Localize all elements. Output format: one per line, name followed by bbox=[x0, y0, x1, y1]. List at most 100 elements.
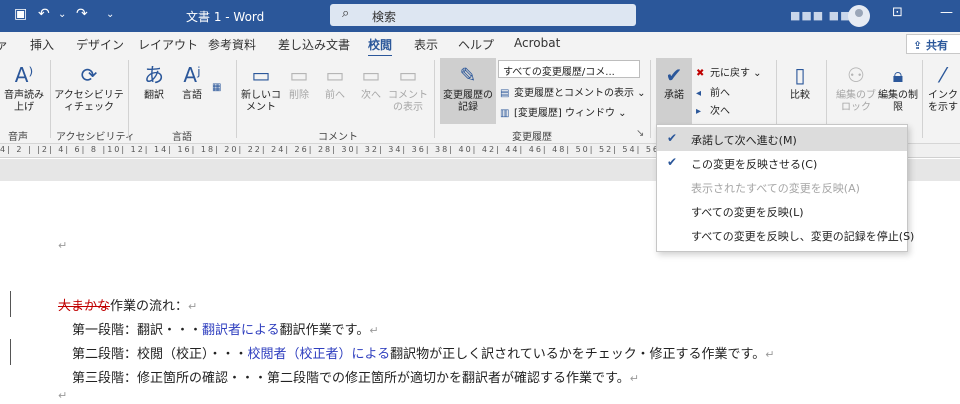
inserted-text: 翻訳者による bbox=[202, 323, 280, 338]
document-line-4[interactable]: 第三段階：修正箇所の確認・・・第二段階での修正箇所が適切かを翻訳者が確認する作業… bbox=[72, 367, 639, 386]
delete-comment-button[interactable]: ▭ 削除 bbox=[282, 62, 316, 102]
ribbon-divider bbox=[434, 60, 435, 138]
undo-dropdown-icon[interactable]: ⌄ bbox=[58, 9, 66, 20]
menu-item-label: 承諾して次へ進む(M) bbox=[691, 134, 797, 147]
reject-label: 元に戻す bbox=[710, 68, 750, 79]
search-icon: ⌕ bbox=[342, 6, 350, 21]
paragraph-mark: ↵ bbox=[58, 239, 68, 252]
translate-button[interactable]: あ 翻訳 bbox=[134, 62, 174, 102]
show-markup-button[interactable]: ▤ 変更履歴とコメントの表示 ⌄ bbox=[500, 84, 646, 99]
new-comment-icon: ▭ bbox=[251, 63, 271, 87]
tab-acrobat[interactable]: Acrobat bbox=[514, 36, 560, 50]
redo-icon[interactable]: ↷ bbox=[76, 6, 88, 22]
tab-view[interactable]: 表示 bbox=[414, 36, 438, 53]
language-icon: Aʲ bbox=[183, 63, 201, 87]
accessibility-check-label: アクセシビリティチェック bbox=[54, 90, 124, 113]
menu-item-accept-all[interactable]: すべての変更を反映(L) bbox=[657, 199, 907, 223]
line-2-text-a: 第一段階：翻訳・・・ bbox=[72, 323, 203, 338]
group-label-language: 言語 bbox=[172, 132, 192, 143]
deleted-text: 大まかな bbox=[58, 299, 111, 314]
ribbon-divider bbox=[650, 60, 651, 138]
menu-item-accept-all-shown[interactable]: 表示されたすべての変更を反映(A) bbox=[657, 175, 907, 199]
read-aloud-button[interactable]: A⁾ 音声読み上げ bbox=[2, 62, 46, 114]
search-placeholder: 検索 bbox=[372, 10, 397, 24]
read-aloud-icon: A⁾ bbox=[14, 63, 34, 87]
autosave-icon[interactable]: ▣ bbox=[14, 6, 27, 22]
tab-mailings[interactable]: 差し込み文書 bbox=[278, 36, 350, 53]
menu-item-accept-all-stop-tracking[interactable]: すべての変更を反映し、変更の記録を停止(S) bbox=[657, 223, 914, 247]
show-markup-icon: ▤ bbox=[500, 88, 510, 99]
markup-dropdown-value: すべての変更履歴/コメ... bbox=[503, 67, 615, 78]
word-count-icon[interactable]: ▦ bbox=[212, 82, 226, 93]
line-2-text-b: 翻訳作業です。 bbox=[279, 323, 370, 338]
track-changes-button[interactable]: ✎ 変更履歴の記録 bbox=[440, 62, 496, 114]
search-box[interactable]: ⌕ 検索 bbox=[330, 4, 636, 26]
tab-insert[interactable]: 挿入 bbox=[30, 36, 54, 53]
tab-home[interactable]: ァ bbox=[0, 36, 8, 53]
new-comment-label: 新しいコメント bbox=[241, 90, 281, 113]
accessibility-check-button[interactable]: ⟳ アクセシビリティチェック bbox=[54, 62, 124, 114]
menu-item-accept-this-change[interactable]: ✔ この変更を反映させる(C) bbox=[657, 151, 907, 175]
new-comment-button[interactable]: ▭ 新しいコメント bbox=[240, 62, 282, 114]
undo-icon[interactable]: ↶ bbox=[38, 6, 50, 22]
document-line-3[interactable]: 第二段階：校閲（校正）・・・校閲者（校正者）による翻訳物が正しく訳されているかを… bbox=[72, 343, 774, 362]
share-label: 共有 bbox=[926, 39, 949, 52]
group-label-comments: コメント bbox=[318, 132, 358, 143]
tab-layout[interactable]: レイアウト bbox=[138, 36, 198, 53]
share-icon: ⇪ bbox=[913, 39, 927, 52]
inserted-text: 校閲者（校正者）による bbox=[247, 347, 391, 362]
line-4-text: 第三段階：修正箇所の確認・・・第二段階での修正箇所が適切かを翻訳者が確認する作業… bbox=[72, 371, 630, 386]
paragraph-mark: ↵ bbox=[58, 389, 68, 402]
hide-ink-button[interactable]: ⁄ インクを示す bbox=[926, 62, 960, 114]
previous-comment-button[interactable]: ▭ 前へ bbox=[318, 62, 352, 102]
reject-button[interactable]: ✖ 元に戻す ⌄ bbox=[696, 64, 762, 79]
customize-qat-icon[interactable]: ⌄ bbox=[106, 9, 114, 20]
tab-references[interactable]: 参考資料 bbox=[208, 36, 256, 53]
delete-comment-label: 削除 bbox=[289, 90, 309, 101]
tab-design[interactable]: デザイン bbox=[76, 36, 124, 53]
show-comments-button[interactable]: ▭ コメントの表示 bbox=[388, 62, 428, 114]
tracking-options-launcher-icon[interactable]: ↘ bbox=[636, 128, 644, 139]
show-comments-icon: ▭ bbox=[398, 63, 418, 87]
restrict-editing-button[interactable]: 🔒︎ 編集の制限 bbox=[878, 62, 918, 114]
previous-change-button[interactable]: ◂ 前へ bbox=[696, 84, 730, 99]
document-title: 文書 1 - Word bbox=[186, 10, 265, 24]
next-comment-button[interactable]: ▭ 次へ bbox=[354, 62, 388, 102]
menu-item-label: すべての変更を反映(L) bbox=[691, 206, 804, 219]
group-label-accessibility: アクセシビリティ bbox=[56, 132, 135, 143]
change-bar bbox=[10, 291, 11, 317]
block-authors-button[interactable]: ⚇ 編集のブロック bbox=[834, 62, 878, 114]
title-bar: ▣ ↶ ⌄ ↷ ⌄ 文書 1 - Word ⌕ 検索 ■■■ ■■ ⊡ — bbox=[0, 0, 960, 32]
tab-review[interactable]: 校閲 bbox=[368, 36, 393, 58]
previous-change-label: 前へ bbox=[710, 88, 730, 99]
menu-item-label: すべての変更を反映し、変更の記録を停止(S) bbox=[691, 230, 915, 243]
minimize-icon[interactable]: — bbox=[940, 5, 953, 20]
account-name[interactable]: ■■■ ■■ bbox=[790, 9, 851, 22]
previous-change-icon: ◂ bbox=[696, 88, 702, 99]
accept-icon: ✔ bbox=[665, 63, 683, 87]
avatar[interactable] bbox=[848, 5, 870, 27]
delete-comment-icon: ▭ bbox=[289, 63, 309, 87]
document-line-2[interactable]: 第一段階：翻訳・・・翻訳者による翻訳作業です。↵ bbox=[72, 319, 379, 338]
share-button[interactable]: ⇪ 共有 bbox=[906, 34, 960, 54]
language-button[interactable]: Aʲ 言語 bbox=[172, 62, 212, 102]
next-change-button[interactable]: ▸ 次へ bbox=[696, 102, 730, 117]
document-line-1[interactable]: 大まかな作業の流れ：↵ bbox=[58, 295, 197, 314]
ribbon-divider bbox=[236, 60, 237, 138]
ribbon-display-icon[interactable]: ⊡ bbox=[892, 5, 903, 20]
compare-button[interactable]: ▯ 比較 bbox=[782, 62, 818, 102]
compare-icon: ▯ bbox=[794, 63, 806, 87]
next-change-icon: ▸ bbox=[696, 106, 702, 117]
lock-icon: 🔒︎ bbox=[892, 63, 904, 87]
menu-item-label: 表示されたすべての変更を反映(A) bbox=[691, 182, 860, 195]
markup-dropdown[interactable]: すべての変更履歴/コメ... bbox=[498, 60, 640, 78]
group-label-speech: 音声 bbox=[8, 132, 28, 143]
block-authors-label: 編集のブロック bbox=[836, 90, 876, 113]
line-1-text: 作業の流れ： bbox=[110, 299, 189, 314]
tab-help[interactable]: ヘルプ bbox=[458, 36, 494, 53]
paragraph-mark: ↵ bbox=[188, 300, 198, 313]
ink-icon: ⁄ bbox=[941, 63, 945, 87]
reviewing-pane-button[interactable]: ▥ [変更履歴] ウィンドウ ⌄ bbox=[500, 104, 627, 119]
accept-button[interactable]: ✔ 承諾 bbox=[656, 62, 692, 102]
menu-item-accept-and-move-next[interactable]: ✔ 承諾して次へ進む(M) bbox=[657, 127, 907, 151]
